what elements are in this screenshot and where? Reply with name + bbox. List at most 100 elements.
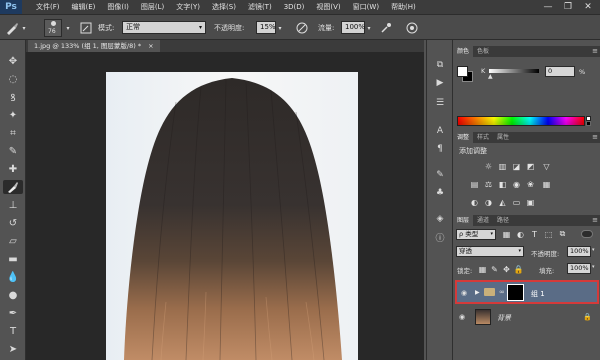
- channel-mixer-icon[interactable]: ❀: [525, 179, 536, 189]
- pen-tool-icon[interactable]: ✒: [3, 306, 23, 320]
- chevron-down-icon[interactable]: ▾: [365, 20, 373, 36]
- menu-type[interactable]: 文字(Y): [170, 0, 206, 14]
- layer-filter-select[interactable]: ρ 类型 ▾: [456, 229, 496, 240]
- adjustments-sliders-icon[interactable]: ☰: [432, 96, 448, 110]
- tab-properties[interactable]: 属性: [493, 132, 513, 143]
- vibrance-icon[interactable]: ▽: [541, 161, 552, 171]
- filter-adjustment-icon[interactable]: ◐: [515, 229, 526, 239]
- curves-icon[interactable]: ◪: [511, 161, 522, 171]
- menu-3d[interactable]: 3D(D): [278, 0, 311, 14]
- opacity-input[interactable]: 15%: [256, 21, 276, 34]
- black-white-icon[interactable]: ◧: [497, 179, 508, 189]
- brush-tool-icon[interactable]: [3, 180, 23, 194]
- tab-adjustments[interactable]: 调整: [453, 132, 474, 143]
- brush-preset-icon[interactable]: [4, 20, 20, 36]
- 3d-panel-icon[interactable]: ◈: [432, 212, 448, 226]
- lock-all-icon[interactable]: 🔒: [513, 264, 524, 274]
- blur-tool-icon[interactable]: 💧: [3, 270, 23, 284]
- eye-icon[interactable]: ◉: [461, 289, 467, 297]
- restore-button[interactable]: ❐: [558, 0, 578, 14]
- layer-mask-thumbnail[interactable]: [507, 284, 524, 301]
- menu-layer[interactable]: 图层(L): [135, 0, 170, 14]
- panel-menu-icon[interactable]: ≡: [592, 132, 598, 143]
- brush-panel-toggle-icon[interactable]: [78, 20, 94, 36]
- brightness-contrast-icon[interactable]: ☼: [483, 161, 494, 171]
- path-selection-tool-icon[interactable]: ➤: [3, 342, 23, 356]
- eraser-tool-icon[interactable]: ▱: [3, 234, 23, 248]
- layer-row-group[interactable]: ◉ ▶ ∞ 组 1: [455, 280, 599, 304]
- fill-input[interactable]: 100%: [567, 263, 591, 274]
- k-slider-track[interactable]: [489, 69, 539, 73]
- crop-tool-icon[interactable]: ⌗: [3, 126, 23, 140]
- black-swatch[interactable]: [586, 121, 591, 126]
- document-canvas[interactable]: [106, 72, 358, 360]
- threshold-icon[interactable]: ◭: [497, 197, 508, 207]
- menu-select[interactable]: 选择(S): [206, 0, 242, 14]
- menu-edit[interactable]: 编辑(E): [66, 0, 102, 14]
- exposure-icon[interactable]: ◩: [525, 161, 536, 171]
- tab-swatches[interactable]: 色板: [473, 46, 493, 57]
- clone-stamp-tool-icon[interactable]: ⊥: [3, 198, 23, 212]
- history-brush-tool-icon[interactable]: ↺: [3, 216, 23, 230]
- color-lookup-icon[interactable]: ▦: [541, 179, 552, 189]
- layer-row-background[interactable]: ◉ 背景 🔒: [455, 306, 599, 330]
- filter-smart-icon[interactable]: ⧉: [557, 229, 568, 239]
- lock-transparent-icon[interactable]: ▦: [477, 264, 488, 274]
- selective-color-icon[interactable]: ▣: [525, 197, 536, 207]
- eye-icon[interactable]: ◉: [459, 313, 465, 321]
- type-tool-icon[interactable]: T: [3, 324, 23, 338]
- panel-menu-icon[interactable]: ≡: [592, 46, 598, 57]
- panel-menu-icon[interactable]: ≡: [592, 215, 598, 226]
- pressure-size-icon[interactable]: [404, 20, 420, 36]
- canvas-area[interactable]: [26, 52, 424, 360]
- layer-thumbnail[interactable]: [475, 309, 491, 325]
- filter-pixel-icon[interactable]: ▦: [501, 229, 512, 239]
- pressure-opacity-icon[interactable]: [294, 20, 310, 36]
- lasso-tool-icon[interactable]: ꝸ: [3, 90, 23, 104]
- magic-wand-tool-icon[interactable]: ✦: [3, 108, 23, 122]
- brush-panel-icon[interactable]: ✎: [432, 168, 448, 182]
- tab-layers[interactable]: 图层: [453, 215, 474, 226]
- chevron-down-icon[interactable]: ▾: [64, 20, 72, 36]
- levels-icon[interactable]: ▥: [497, 161, 508, 171]
- chevron-down-icon[interactable]: ▾: [20, 20, 28, 36]
- brush-size-picker[interactable]: 76: [44, 19, 62, 37]
- menu-help[interactable]: 帮助(H): [385, 0, 422, 14]
- expand-arrow-icon[interactable]: ▶: [475, 289, 480, 296]
- filter-type-icon[interactable]: T: [529, 229, 540, 239]
- gradient-tool-icon[interactable]: ▬: [3, 252, 23, 266]
- menu-filter[interactable]: 滤镜(T): [242, 0, 278, 14]
- tab-paths[interactable]: 路径: [493, 215, 513, 226]
- marquee-tool-icon[interactable]: ◌: [3, 72, 23, 86]
- lock-move-icon[interactable]: ✥: [501, 264, 512, 274]
- minimize-button[interactable]: —: [538, 0, 558, 14]
- filter-shape-icon[interactable]: ⬚: [543, 229, 554, 239]
- link-icon[interactable]: ∞: [499, 288, 505, 296]
- chevron-down-icon[interactable]: ▾: [592, 264, 595, 270]
- foreground-color-swatch[interactable]: [457, 66, 468, 77]
- dodge-tool-icon[interactable]: ●: [3, 288, 23, 302]
- eyedropper-tool-icon[interactable]: ✎: [3, 144, 23, 158]
- info-panel-icon[interactable]: ⓘ: [432, 230, 448, 244]
- actions-panel-icon[interactable]: ▶: [432, 76, 448, 90]
- hue-saturation-icon[interactable]: ▤: [469, 179, 480, 189]
- filter-toggle[interactable]: [581, 230, 593, 238]
- slider-handle-icon[interactable]: ▲: [488, 73, 493, 80]
- paragraph-panel-icon[interactable]: ¶: [432, 142, 448, 156]
- airbrush-icon[interactable]: [378, 20, 394, 36]
- history-panel-icon[interactable]: ⧉: [432, 58, 448, 72]
- menu-file[interactable]: 文件(F): [30, 0, 66, 14]
- menu-window[interactable]: 窗口(W): [347, 0, 385, 14]
- document-tab[interactable]: 1.jpg @ 133% (组 1, 图层蒙版/8) * ×: [28, 40, 160, 52]
- menu-view[interactable]: 视图(V): [310, 0, 346, 14]
- blend-mode-select[interactable]: 穿透 ▾: [456, 246, 524, 257]
- color-balance-icon[interactable]: ⚖: [483, 179, 494, 189]
- healing-brush-tool-icon[interactable]: ✚: [3, 162, 23, 176]
- menu-image[interactable]: 图像(I): [101, 0, 135, 14]
- layer-opacity-input[interactable]: 100%: [567, 246, 591, 257]
- tab-styles[interactable]: 样式: [473, 132, 493, 143]
- move-tool-icon[interactable]: ✥: [3, 54, 23, 68]
- mode-select[interactable]: 正常 ▾: [122, 21, 206, 34]
- posterize-icon[interactable]: ◑: [483, 197, 494, 207]
- character-panel-icon[interactable]: A: [432, 124, 448, 138]
